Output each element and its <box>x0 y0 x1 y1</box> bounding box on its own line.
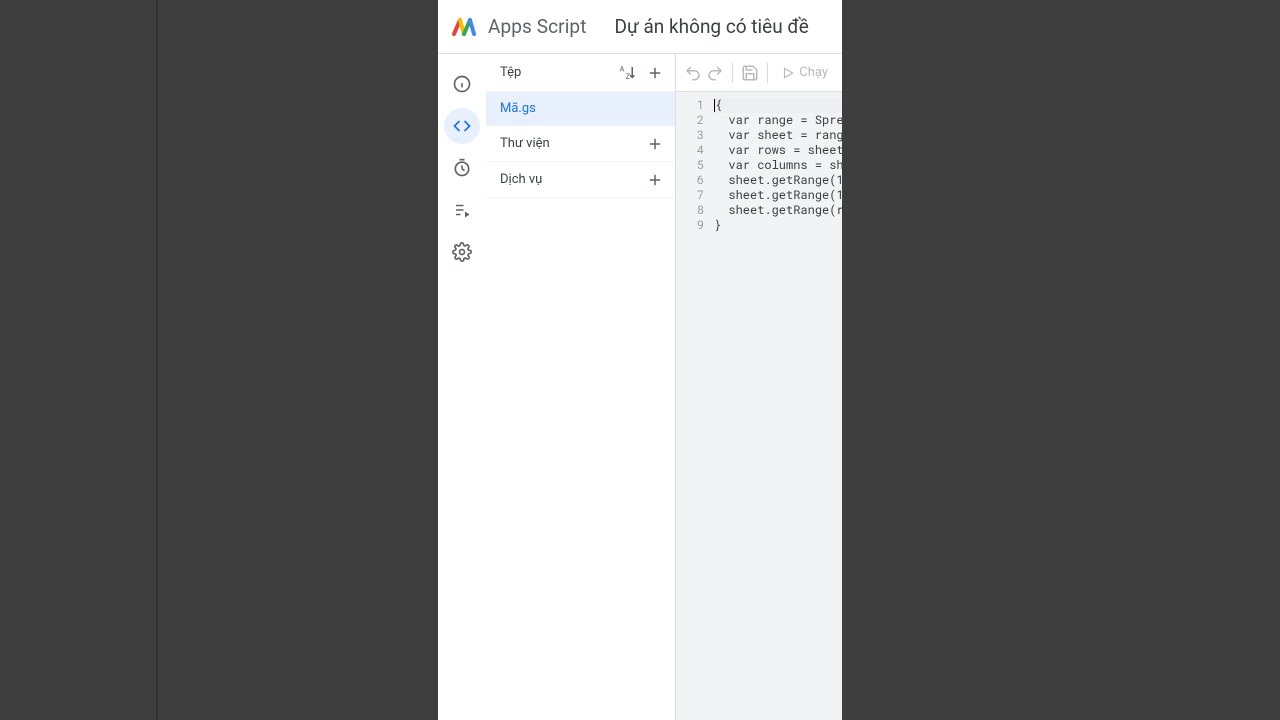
line-gutter: 123456789 <box>676 92 712 720</box>
app-header: Apps Script Dự án không có tiêu đề <box>438 0 842 54</box>
page-background-left <box>0 0 158 720</box>
services-section-header: Dịch vụ <box>486 162 675 198</box>
project-title[interactable]: Dự án không có tiêu đề <box>615 15 809 38</box>
undo-icon[interactable] <box>684 59 702 87</box>
triggers-icon[interactable] <box>444 150 480 186</box>
file-item-ma-gs[interactable]: Mã.gs <box>486 92 675 126</box>
code-content[interactable]: { var range = Spre var sheet = rang var … <box>712 92 842 720</box>
settings-icon[interactable] <box>444 234 480 270</box>
add-file-icon[interactable] <box>645 63 665 83</box>
toolbar-separator <box>732 63 733 83</box>
nav-rail <box>438 54 486 720</box>
redo-icon[interactable] <box>706 59 724 87</box>
files-section-header: Tệp AZ <box>486 54 675 92</box>
editor-icon[interactable] <box>444 108 480 144</box>
file-panel: Tệp AZ Mã.gs Thư viện <box>486 54 676 720</box>
run-button-label: Chạy <box>799 65 828 80</box>
add-library-icon[interactable] <box>645 134 665 154</box>
apps-script-logo <box>450 15 478 39</box>
file-item-label: Mã.gs <box>500 101 536 116</box>
page-background-left-inner <box>158 0 438 720</box>
editor-toolbar: Chạy <box>676 54 842 92</box>
editor-area: Chạy 123456789 { var range = Spre var sh… <box>676 54 842 720</box>
run-button[interactable]: Chạy <box>775 59 834 87</box>
executions-icon[interactable] <box>444 192 480 228</box>
svg-text:Z: Z <box>626 72 631 81</box>
product-name: Apps Script <box>488 15 587 38</box>
services-section-label: Dịch vụ <box>500 172 542 187</box>
overview-icon[interactable] <box>444 66 480 102</box>
save-icon[interactable] <box>741 59 759 87</box>
toolbar-separator <box>767 63 768 83</box>
page-background-right <box>842 0 1280 720</box>
apps-script-window: Apps Script Dự án không có tiêu đề Tệp <box>438 0 842 720</box>
svg-text:A: A <box>620 64 625 73</box>
sort-icon[interactable]: AZ <box>617 63 637 83</box>
app-body: Tệp AZ Mã.gs Thư viện <box>438 54 842 720</box>
code-editor[interactable]: 123456789 { var range = Spre var sheet =… <box>676 92 842 720</box>
files-section-label: Tệp <box>500 65 521 80</box>
libraries-section-label: Thư viện <box>500 136 550 151</box>
libraries-section-header: Thư viện <box>486 126 675 162</box>
add-service-icon[interactable] <box>645 170 665 190</box>
